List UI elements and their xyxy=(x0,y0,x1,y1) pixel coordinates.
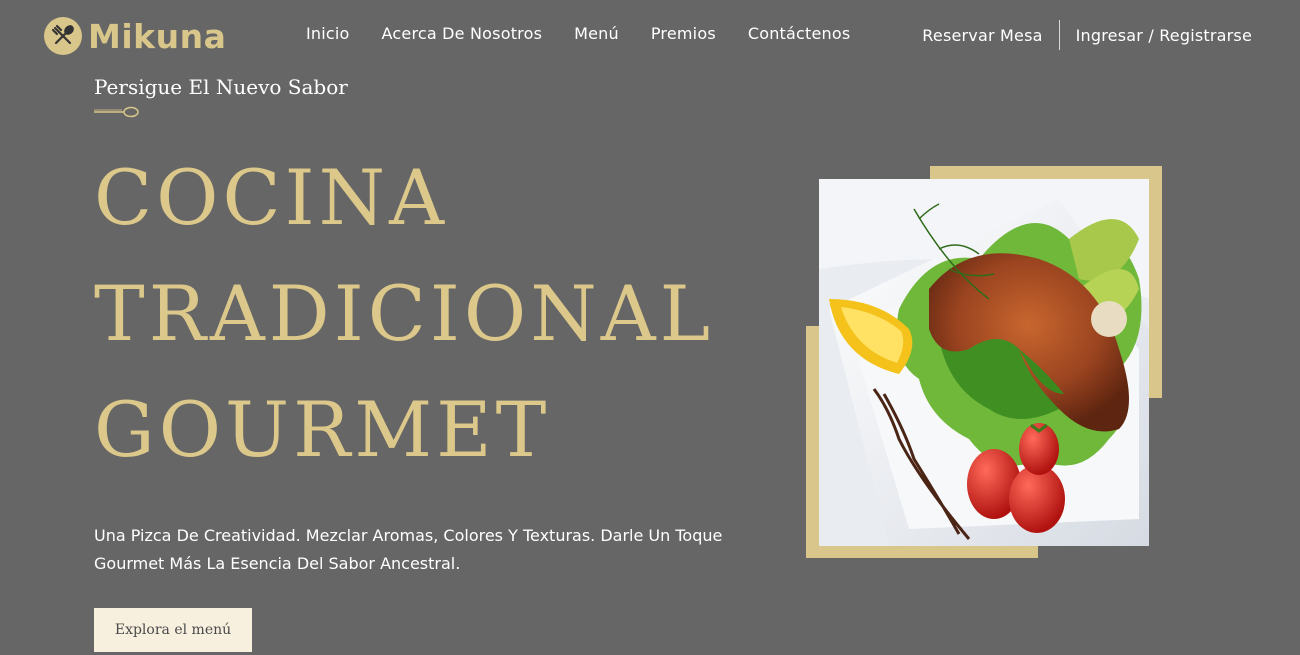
headline-line-2: TRADICIONAL xyxy=(94,269,715,358)
description-line-2: Gourmet Más La Esencia Del Sabor Ancestr… xyxy=(94,554,461,573)
header-actions: Reservar Mesa Ingresar / Registrarse xyxy=(922,20,1252,50)
nav-item-menu[interactable]: Menú xyxy=(574,24,619,43)
fork-spoon-icon xyxy=(44,17,82,55)
header-divider xyxy=(1058,20,1060,50)
site-header: Mikuna Inicio Acerca De Nosotros Menú Pr… xyxy=(0,0,1300,70)
nav-item-inicio[interactable]: Inicio xyxy=(306,24,350,43)
main-nav: Inicio Acerca De Nosotros Menú Premios C… xyxy=(306,24,850,43)
reserve-table-link[interactable]: Reservar Mesa xyxy=(922,26,1042,45)
login-register-link[interactable]: Ingresar / Registrarse xyxy=(1076,26,1252,45)
explore-menu-button[interactable]: Explora el menú xyxy=(94,608,252,652)
headline-line-3: GOURMET xyxy=(94,385,551,474)
hero-headline: COCINA TRADICIONAL GOURMET xyxy=(94,140,714,488)
salmon-dish-image xyxy=(819,179,1149,546)
nav-item-contactenos[interactable]: Contáctenos xyxy=(748,24,851,43)
hero-description: Una Pizca De Creatividad. Mezclar Aromas… xyxy=(94,522,754,578)
headline-line-1: COCINA xyxy=(94,153,449,242)
brand-name: Mikuna xyxy=(88,16,227,56)
hero-tagline: Persigue El Nuevo Sabor xyxy=(94,75,348,99)
brand-logo[interactable]: Mikuna xyxy=(44,16,226,56)
nav-item-acerca[interactable]: Acerca De Nosotros xyxy=(382,24,543,43)
description-line-1: Una Pizca De Creatividad. Mezclar Aromas… xyxy=(94,526,723,545)
spoon-divider-icon xyxy=(94,105,140,123)
nav-item-premios[interactable]: Premios xyxy=(651,24,716,43)
